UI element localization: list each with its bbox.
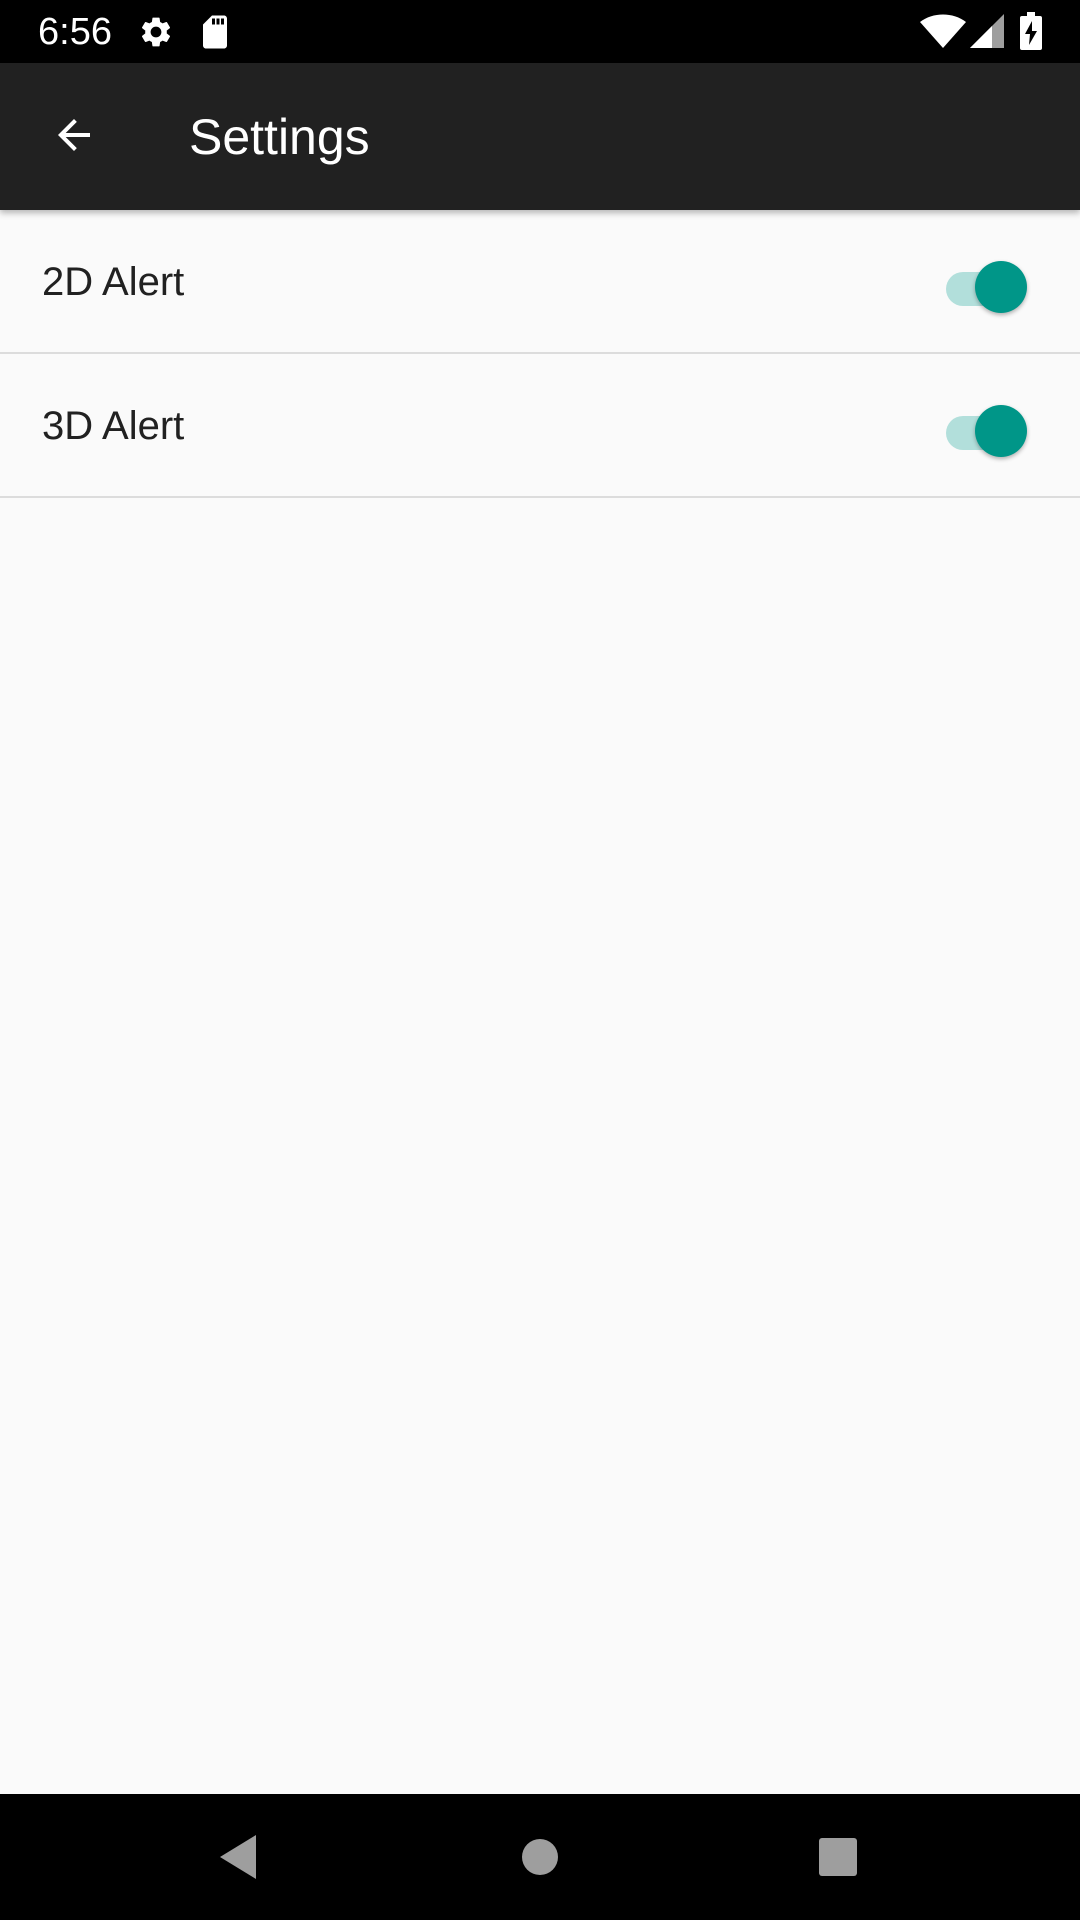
wifi-icon (920, 14, 966, 48)
settings-list: 2D Alert 3D Alert (0, 210, 1080, 498)
nav-recents-button[interactable] (798, 1822, 878, 1892)
status-bar: 6:56 (0, 0, 1080, 63)
setting-label-3d-alert: 3D Alert (42, 404, 185, 448)
nav-home-button[interactable] (500, 1822, 580, 1892)
cell-signal-icon (970, 14, 1004, 48)
recents-square-icon (819, 1838, 857, 1876)
status-time: 6:56 (38, 11, 112, 53)
setting-row-3d-alert[interactable]: 3D Alert (0, 354, 1080, 498)
switch-thumb (975, 405, 1027, 457)
page-title: Settings (189, 109, 370, 165)
setting-label-2d-alert: 2D Alert (42, 260, 185, 304)
home-circle-icon (522, 1839, 558, 1875)
nav-back-button[interactable] (198, 1822, 278, 1892)
sd-card-icon (203, 15, 227, 49)
system-nav-bar (0, 1794, 1080, 1920)
app-toolbar: Settings (0, 63, 1080, 210)
toggle-3d-alert[interactable] (940, 400, 1030, 457)
battery-charging-icon (1020, 12, 1042, 50)
settings-gear-icon (141, 17, 171, 47)
back-button[interactable] (24, 85, 124, 185)
settings-screen: 6:56 Settings 2D Alert 3D Alert (0, 0, 1080, 1920)
toggle-2d-alert[interactable] (940, 256, 1030, 313)
switch-thumb (975, 261, 1027, 313)
setting-row-2d-alert[interactable]: 2D Alert (0, 210, 1080, 354)
back-triangle-icon (220, 1835, 256, 1879)
arrow-back-icon (58, 119, 90, 151)
